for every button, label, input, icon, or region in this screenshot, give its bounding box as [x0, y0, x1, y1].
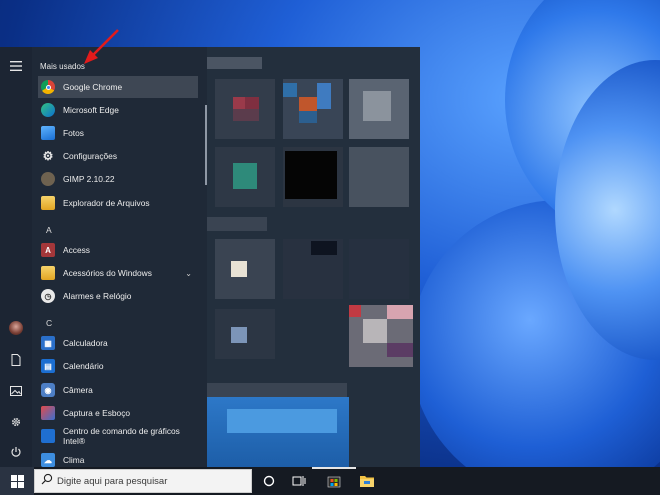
- start-rail: [0, 47, 32, 467]
- app-item-alarmes-e-relogio[interactable]: ◷ Alarmes e Relógio: [38, 285, 198, 307]
- app-item-explorador-de-arquivos[interactable]: Explorador de Arquivos: [38, 192, 198, 214]
- app-label: Configurações: [63, 151, 118, 161]
- tile-group-label-blurred: [207, 383, 347, 397]
- tile-pixel: [317, 83, 331, 109]
- windows-start-icon[interactable]: [0, 467, 34, 495]
- chrome-icon: [41, 80, 55, 94]
- app-label: Access: [63, 245, 90, 255]
- app-item-access[interactable]: A Access: [38, 239, 198, 261]
- calendar-icon: ▤: [41, 359, 55, 373]
- app-label: Google Chrome: [63, 82, 123, 92]
- app-item-google-chrome[interactable]: Google Chrome: [38, 76, 198, 98]
- search-placeholder: Digite aqui para pesquisar: [57, 475, 168, 487]
- access-icon: A: [41, 243, 55, 257]
- app-label: Câmera: [63, 385, 93, 395]
- tile-pixel: [387, 305, 413, 319]
- tile[interactable]: [349, 147, 409, 207]
- settings-gear-icon: ⚙: [42, 149, 54, 163]
- group-letter-c[interactable]: C: [46, 318, 52, 328]
- app-item-gimp[interactable]: GIMP 2.10.22: [38, 168, 198, 190]
- app-item-camera[interactable]: ◉ Câmera: [38, 379, 198, 401]
- snip-icon: [41, 406, 55, 420]
- app-item-calculadora[interactable]: ▦ Calculadora: [38, 332, 198, 354]
- cortana-icon[interactable]: [256, 467, 282, 495]
- tile[interactable]: [349, 239, 409, 299]
- group-letter-a[interactable]: A: [46, 225, 52, 235]
- app-label: Fotos: [63, 128, 84, 138]
- settings-gear-icon[interactable]: [0, 407, 32, 437]
- app-label: Explorador de Arquivos: [63, 198, 150, 208]
- app-label: Captura e Esboço: [63, 408, 131, 418]
- app-label: Clima: [63, 455, 85, 465]
- intel-graphics-icon: [41, 429, 55, 443]
- chevron-down-icon[interactable]: ⌄: [185, 269, 192, 278]
- app-item-configuracoes[interactable]: ⚙ Configurações: [38, 145, 198, 167]
- hamburger-menu-icon[interactable]: [0, 51, 32, 81]
- tile-group-label-blurred: [207, 57, 262, 69]
- tile-pixel: [283, 83, 297, 97]
- app-item-calendario[interactable]: ▤ Calendário: [38, 355, 198, 377]
- annotation-arrow: [84, 29, 119, 64]
- tile-pixel: [233, 109, 259, 121]
- avatar: [9, 321, 23, 335]
- documents-icon[interactable]: [0, 345, 32, 375]
- search-icon: [41, 472, 53, 490]
- tile-pixel: [311, 241, 337, 255]
- tile-pixel: [299, 97, 317, 111]
- app-item-clima[interactable]: ☁ Clima: [38, 449, 198, 467]
- taskbar-search-box[interactable]: Digite aqui para pesquisar: [34, 469, 252, 493]
- tile-group-label-blurred: [207, 217, 267, 231]
- tile-pixel: [363, 319, 387, 343]
- app-item-acessorios-do-windows[interactable]: Acessórios do Windows ⌄: [38, 262, 198, 284]
- app-label: Centro de comando de gráficos Intel®: [63, 426, 180, 446]
- tile-pixel: [233, 163, 257, 189]
- folder-icon: [41, 196, 55, 210]
- clock-icon: ◷: [41, 289, 55, 303]
- app-label: Acessórios do Windows: [63, 268, 152, 278]
- photos-icon: [41, 126, 55, 140]
- power-icon[interactable]: [0, 437, 32, 467]
- running-indicator: [312, 467, 356, 469]
- folder-icon: [41, 266, 55, 280]
- edge-icon: [41, 103, 55, 117]
- taskbar: Digite aqui para pesquisar: [0, 467, 660, 495]
- tile-pixel: [231, 261, 247, 277]
- calculator-icon: ▦: [41, 336, 55, 350]
- most-used-header: Mais usados: [40, 62, 85, 71]
- tile-pixel: [285, 151, 337, 199]
- tile-pixel: [349, 305, 361, 317]
- tile-pixel: [245, 97, 259, 109]
- tile-pixel: [299, 111, 317, 123]
- file-explorer-icon[interactable]: [352, 467, 382, 495]
- tile-pixel: [231, 327, 247, 343]
- store-icon[interactable]: [312, 467, 356, 495]
- app-label: Alarmes e Relógio: [63, 291, 132, 301]
- camera-icon: ◉: [41, 383, 55, 397]
- app-label: Calendário: [63, 361, 104, 371]
- user-avatar[interactable]: [0, 313, 32, 343]
- app-list: Mais usados Google Chrome Microsoft Edge…: [32, 47, 204, 467]
- app-item-microsoft-edge[interactable]: Microsoft Edge: [38, 99, 198, 121]
- app-label: GIMP 2.10.22: [63, 174, 115, 184]
- app-item-centro-de-comando-intel[interactable]: Centro de comando de gráficos Intel®: [38, 425, 198, 447]
- app-item-captura-e-esboco[interactable]: Captura e Esboço: [38, 402, 198, 424]
- gimp-icon: [41, 172, 55, 186]
- app-label: Microsoft Edge: [63, 105, 119, 115]
- tile-pixel: [227, 409, 337, 433]
- pictures-icon[interactable]: [0, 376, 32, 406]
- tile-pixel: [363, 91, 391, 121]
- task-view-icon[interactable]: [286, 467, 312, 495]
- start-menu: Mais usados Google Chrome Microsoft Edge…: [0, 47, 420, 467]
- tile-pixel: [233, 97, 245, 109]
- app-label: Calculadora: [63, 338, 108, 348]
- tile-pixel: [387, 343, 413, 357]
- app-item-fotos[interactable]: Fotos: [38, 122, 198, 144]
- weather-icon: ☁: [41, 453, 55, 467]
- pinned-tiles-blurred: [207, 47, 420, 467]
